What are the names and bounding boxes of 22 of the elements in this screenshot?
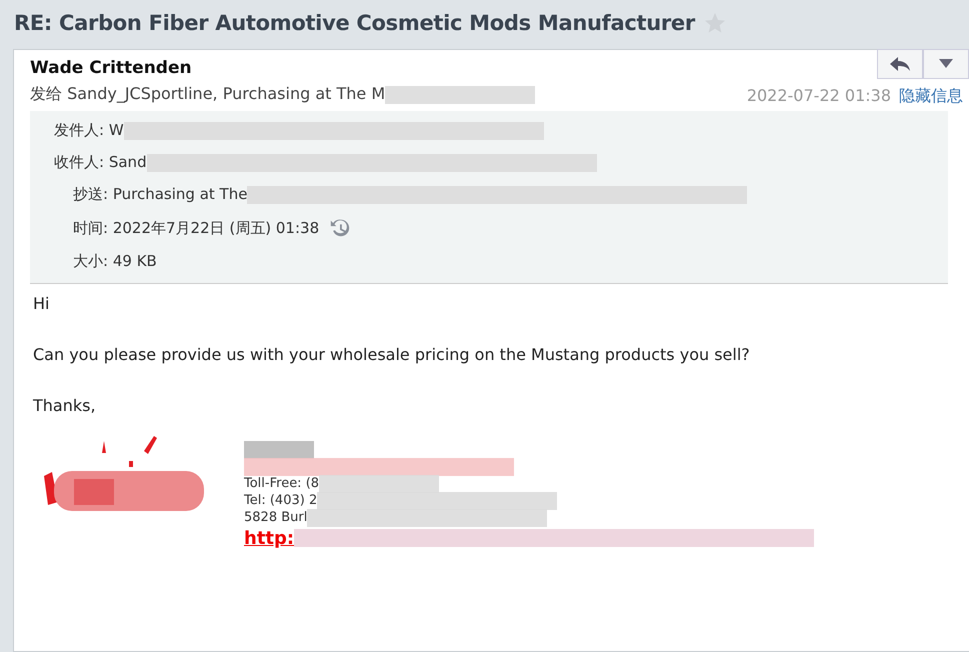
reply-icon [889, 56, 911, 72]
detail-row: 大小: 49 KB [73, 252, 157, 271]
detail-row: 抄送: Purchasing at The [73, 185, 248, 204]
reply-button[interactable] [877, 49, 923, 79]
detail-row: 收件人: Sand [54, 153, 147, 172]
sender-name: Wade Crittenden [30, 58, 193, 78]
website-link[interactable]: http: [244, 528, 294, 548]
recipient-list: 发给 Sandy_JCSportline, Purchasing at The M [30, 84, 386, 105]
detail-row: 发件人: W [54, 121, 124, 140]
message-paragraph: Hi [33, 294, 50, 313]
signature-line: Tel: (403) 2 [244, 493, 318, 508]
signature-line: Toll-Free: (8 [244, 476, 320, 491]
email-date: 2022-07-22 01:38 [746, 86, 891, 107]
hide-details-link[interactable]: 隐藏信息 [899, 86, 963, 107]
signature-line: 5828 Burl [244, 510, 308, 525]
caret-icon [939, 59, 953, 69]
email-subject: RE: Carbon Fiber Automotive Cosmetic Mods Manufacturer [14, 11, 695, 35]
message-paragraph: Thanks, [33, 396, 97, 415]
message-paragraph: Can you please provide us with your wholesale pricing on the Mustang products you sell? [33, 345, 751, 364]
more-button[interactable] [923, 49, 969, 79]
history-icon[interactable] [329, 217, 352, 239]
detail-row: 时间: 2022年7月22日 (周五) 01:38 [73, 218, 320, 238]
